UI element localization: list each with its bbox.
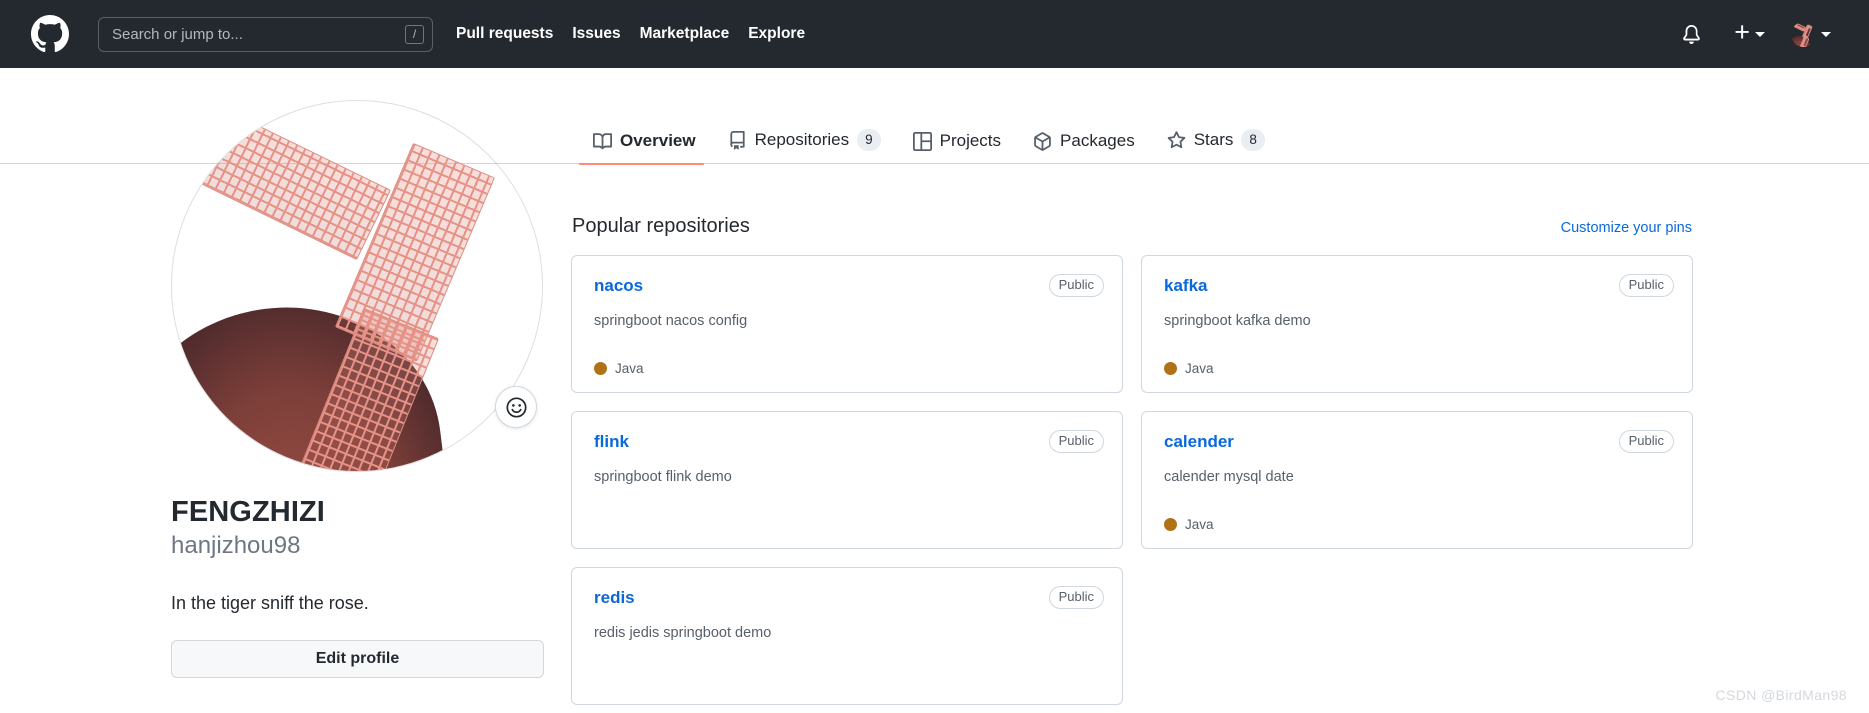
repo-icon (729, 130, 745, 150)
tab-stars[interactable]: Stars 8 (1151, 129, 1281, 164)
search-input[interactable]: Search or jump to... / (98, 16, 433, 52)
profile-bio: In the tiger sniff the rose. (171, 593, 369, 614)
set-status-button[interactable] (495, 386, 537, 428)
tab-label: Packages (1060, 131, 1135, 150)
language-color-dot (1164, 362, 1177, 375)
tab-projects[interactable]: Projects (897, 131, 1017, 164)
tab-packages[interactable]: Packages (1017, 131, 1151, 164)
book-icon (593, 132, 612, 149)
repo-description: redis jedis springboot demo (594, 625, 772, 642)
star-icon (1167, 131, 1186, 148)
visibility-badge: Public (1048, 586, 1104, 610)
repo-card-header: kafka Public (1164, 274, 1674, 298)
repo-card-header: flink Public (594, 430, 1104, 454)
header-actions: + (1674, 17, 1845, 51)
chevron-down-icon (1755, 31, 1765, 37)
visibility-badge: Public (1048, 274, 1104, 298)
repo-name-link[interactable]: calender (1164, 432, 1234, 452)
nav-pull-requests[interactable]: Pull requests (456, 25, 553, 43)
profile-login: hanjizhou98 (171, 532, 301, 560)
nav-issues[interactable]: Issues (572, 25, 620, 43)
global-nav: Pull requests Issues Marketplace Explore (456, 25, 805, 43)
repo-card-header: nacos Public (594, 274, 1104, 298)
repo-language: Java (1164, 499, 1674, 532)
tab-label: Projects (939, 131, 1002, 150)
repo-card-header: calender Public (1164, 430, 1674, 454)
account-menu-button[interactable] (1791, 22, 1831, 47)
project-icon (912, 131, 932, 151)
popular-repositories-header: Popular repositories Customize your pins (571, 215, 1693, 238)
global-header: Search or jump to... / Pull requests Iss… (0, 0, 1869, 68)
edit-profile-button[interactable]: Edit profile (171, 640, 544, 679)
language-color-dot (1164, 518, 1177, 531)
profile-page: FENGZHIZI hanjizhou98 In the tiger sniff… (0, 68, 1869, 713)
tab-overview[interactable]: Overview (571, 131, 712, 165)
popular-repositories-title: Popular repositories (572, 215, 750, 237)
github-mark-icon[interactable] (31, 15, 69, 53)
repo-name-link[interactable]: redis (594, 588, 635, 608)
visibility-badge: Public (1618, 430, 1674, 454)
visibility-badge: Public (1048, 430, 1104, 454)
language-color-dot (594, 362, 607, 375)
tab-count: 9 (857, 129, 881, 151)
bell-icon[interactable] (1674, 17, 1708, 51)
profile-name: FENGZHIZI (171, 496, 325, 528)
nav-marketplace[interactable]: Marketplace (640, 25, 730, 43)
profile-tabs: Overview Repositories 9 Projects Package… (571, 68, 1693, 165)
profile-sidebar: FENGZHIZI hanjizhou98 In the tiger sniff… (171, 68, 544, 679)
repo-description: springboot flink demo (594, 469, 732, 486)
create-new-button[interactable]: + (1734, 16, 1765, 48)
repo-name-link[interactable]: flink (594, 432, 629, 452)
tab-count: 8 (1241, 129, 1265, 151)
customize-your-pins-link[interactable]: Customize your pins (1561, 220, 1692, 236)
tab-label: Stars (1193, 130, 1234, 150)
avatar[interactable] (171, 100, 543, 472)
repo-language: Java (1164, 343, 1674, 376)
visibility-badge: Public (1618, 274, 1674, 298)
profile-main: Overview Repositories 9 Projects Package… (571, 68, 1693, 705)
repo-description: springboot kafka demo (1164, 313, 1311, 330)
pinned-repositories-grid: nacos Public springboot nacos config Jav… (571, 255, 1693, 705)
repo-card[interactable]: kafka Public springboot kafka demo Java (1141, 255, 1693, 393)
tab-label: Repositories (754, 130, 850, 150)
repo-card[interactable]: calender Public calender mysql date Java (1141, 411, 1693, 549)
repo-card[interactable]: redis Public redis jedis springboot demo (571, 567, 1123, 705)
tab-repositories[interactable]: Repositories 9 (712, 129, 897, 164)
search-placeholder: Search or jump to... (112, 26, 243, 42)
repo-name-link[interactable]: kafka (1164, 276, 1207, 296)
smiley-icon (505, 396, 527, 418)
avatar (1791, 22, 1816, 47)
package-icon (1034, 131, 1051, 151)
language-label: Java (1185, 517, 1214, 532)
avatar-container (171, 100, 543, 472)
repo-card[interactable]: flink Public springboot flink demo (571, 411, 1123, 549)
watermark: CSDN @BirdMan98 (1715, 687, 1847, 703)
language-label: Java (615, 361, 644, 376)
search-shortcut-key: / (405, 24, 424, 44)
chevron-down-icon (1821, 31, 1831, 37)
nav-explore[interactable]: Explore (748, 25, 805, 43)
plus-icon: + (1734, 16, 1750, 47)
tab-label: Overview (620, 131, 696, 150)
repo-card-header: redis Public (594, 586, 1104, 610)
repo-description: calender mysql date (1164, 469, 1294, 486)
repo-language: Java (594, 343, 1104, 376)
language-label: Java (1185, 361, 1214, 376)
repo-card[interactable]: nacos Public springboot nacos config Jav… (571, 255, 1123, 393)
repo-description: springboot nacos config (594, 313, 748, 330)
repo-name-link[interactable]: nacos (594, 276, 643, 296)
